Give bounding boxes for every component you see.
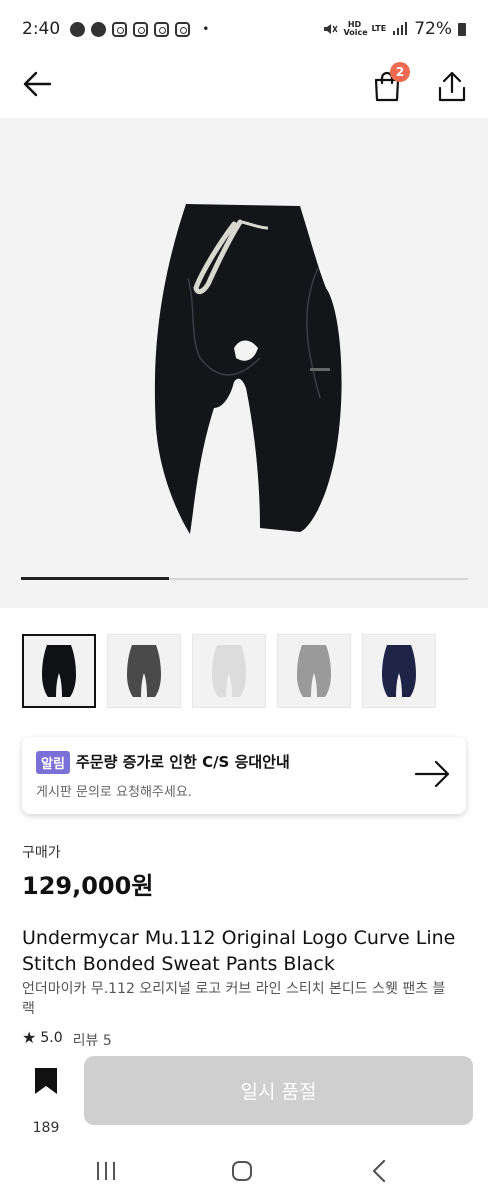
thumbnail-2[interactable] xyxy=(107,634,181,708)
recents-icon[interactable] xyxy=(94,1160,118,1182)
home-icon[interactable] xyxy=(230,1159,254,1183)
more-notifications-dot: • xyxy=(202,22,210,36)
bookmark-button[interactable]: 189 xyxy=(24,1066,68,1136)
bookmark-icon xyxy=(35,1068,57,1094)
instagram-icon xyxy=(133,21,149,37)
product-image-gallery[interactable] xyxy=(0,118,488,608)
product-image xyxy=(154,204,342,534)
status-right: HD Voice LTE 72% xyxy=(322,19,466,39)
system-nav-bar xyxy=(0,1140,488,1200)
thumbnail-image xyxy=(42,645,76,697)
lte-label: LTE xyxy=(371,24,387,33)
thumbnail-strip xyxy=(22,634,436,708)
instagram-icon xyxy=(175,21,191,37)
hd-voice-label: HD Voice xyxy=(343,20,368,37)
battery-icon xyxy=(458,22,466,36)
gallery-progress-track xyxy=(21,577,468,580)
kakaotalk-icon xyxy=(70,21,86,37)
thumbnail-image xyxy=(382,645,416,697)
arrow-right-icon xyxy=(414,760,450,788)
product-subtitle-korean: 언더마이카 무.112 오리지널 로고 커브 라인 스티치 본디드 스웻 팬츠 … xyxy=(22,981,446,1017)
instagram-icon xyxy=(154,21,170,37)
nav-back-icon[interactable] xyxy=(370,1158,388,1184)
rating-row[interactable]: ★ 5.0 리뷰 5 xyxy=(22,1030,112,1046)
cart-count-badge: 2 xyxy=(390,62,410,82)
notice-title: 주문량 증가로 인한 C/S 응대안내 xyxy=(76,753,290,771)
battery-percent: 72% xyxy=(414,19,452,39)
notification-icons: • xyxy=(70,21,210,37)
cs-notice-card[interactable]: 알림 주문량 증가로 인한 C/S 응대안내 게시판 문의로 요청해주세요. xyxy=(22,737,466,814)
thumbnail-5[interactable] xyxy=(362,634,436,708)
thumbnail-image xyxy=(212,645,246,697)
thumbnail-image xyxy=(127,645,161,697)
signal-icon xyxy=(393,22,408,35)
mute-icon xyxy=(323,24,338,34)
sold-out-button[interactable]: 일시 품절 xyxy=(84,1056,473,1125)
review-count: 리뷰 5 xyxy=(72,1033,112,1046)
chat-icon xyxy=(91,21,107,37)
status-bar: 2:40 • HD Voice LTE 72% xyxy=(0,0,488,58)
share-icon xyxy=(438,71,466,102)
thumbnail-image xyxy=(297,645,331,697)
app-bar: 2 xyxy=(0,58,488,118)
gallery-progress-fill xyxy=(21,577,169,580)
price-value: 129,000원 xyxy=(22,872,154,900)
back-button[interactable] xyxy=(20,66,56,102)
arrow-left-icon xyxy=(23,71,52,97)
bookmark-count: 189 xyxy=(32,1120,60,1136)
instagram-icon xyxy=(112,21,128,37)
price-label: 구매가 xyxy=(22,845,61,861)
thumbnail-3[interactable] xyxy=(192,634,266,708)
bottom-action-bar: 189 일시 품절 xyxy=(0,1046,488,1136)
product-title: Undermycar Mu.112 Original Logo Curve Li… xyxy=(22,927,456,975)
notice-subtitle: 게시판 문의로 요청해주세요. xyxy=(36,785,192,800)
rating-value: 5.0 xyxy=(40,1030,63,1046)
share-button[interactable] xyxy=(434,64,470,104)
notice-badge: 알림 xyxy=(36,751,70,774)
status-time: 2:40 xyxy=(22,19,61,39)
thumbnail-1[interactable] xyxy=(22,634,96,708)
thumbnail-4[interactable] xyxy=(277,634,351,708)
cart-button[interactable]: 2 xyxy=(370,62,410,104)
star-icon: ★ xyxy=(22,1030,37,1046)
